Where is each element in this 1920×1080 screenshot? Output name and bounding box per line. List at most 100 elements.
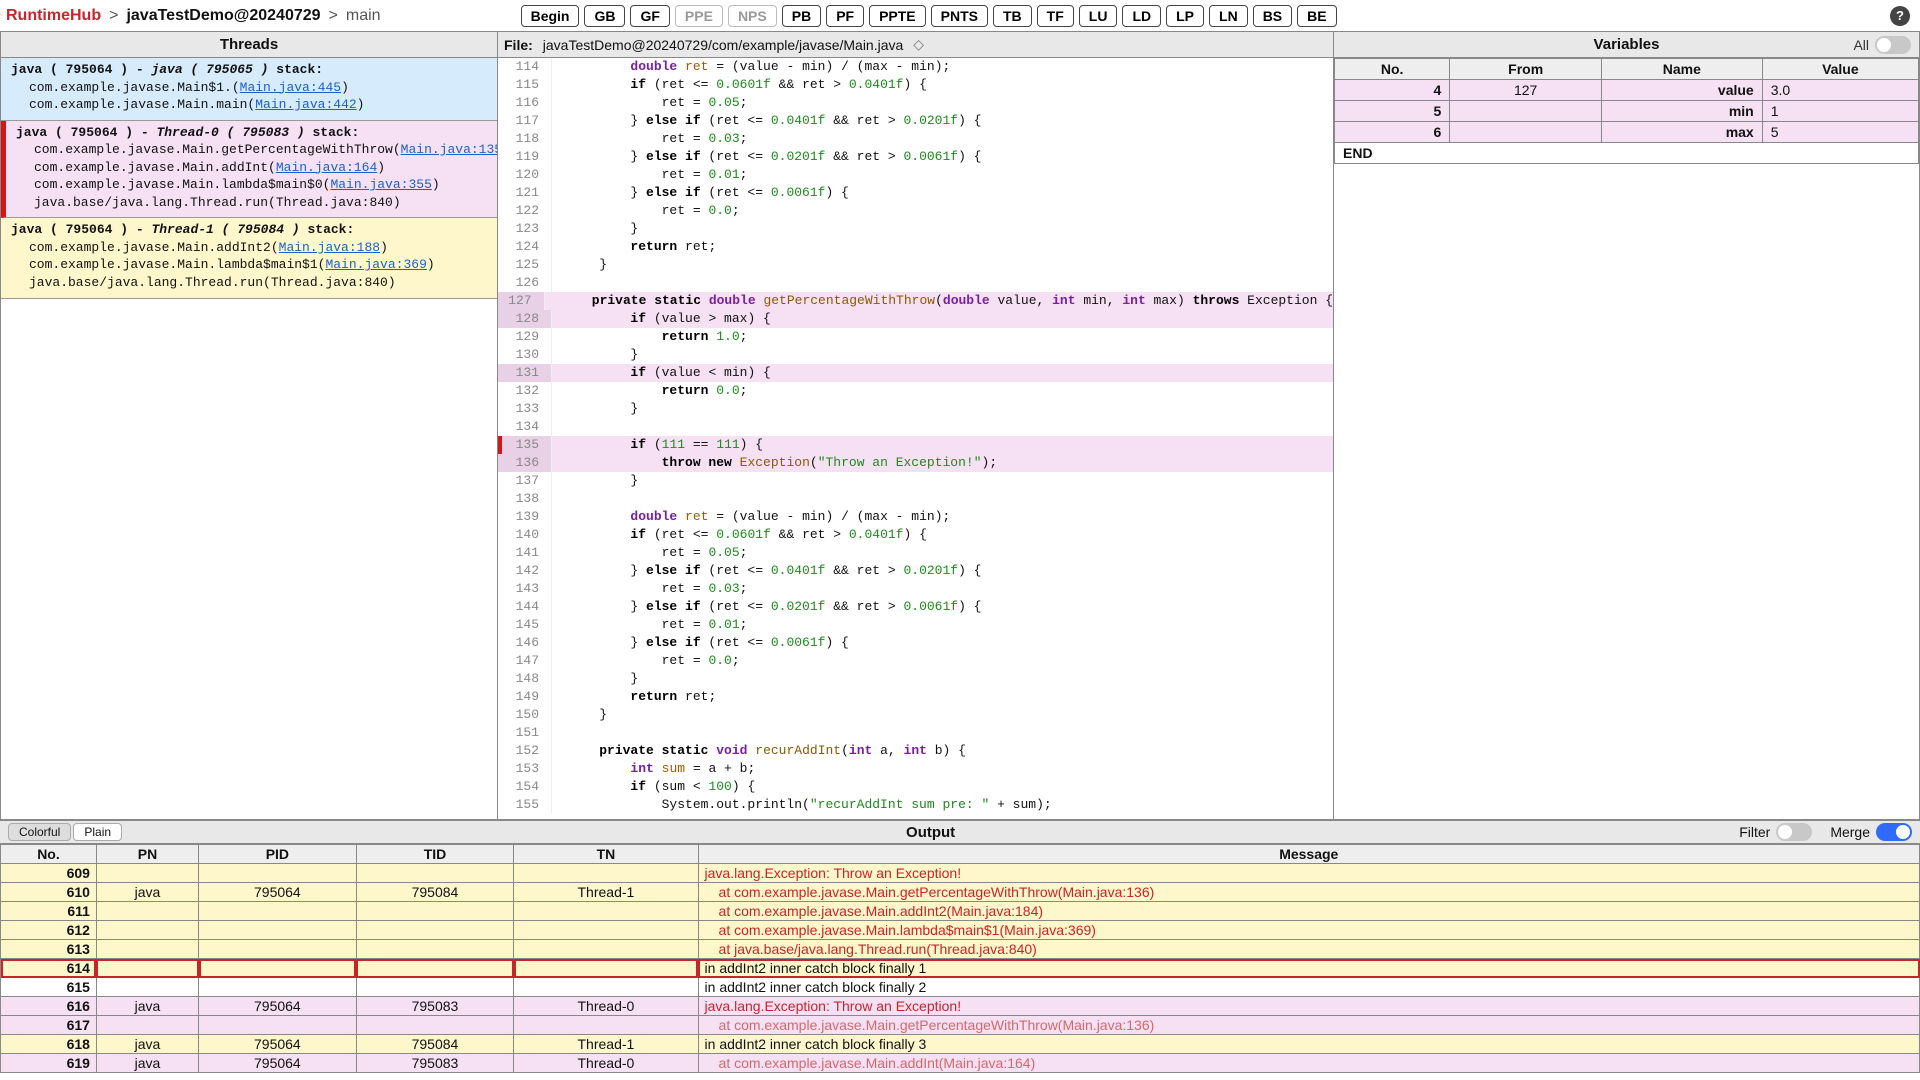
line-number: 147 [498, 652, 552, 670]
output-tab-colorful[interactable]: Colorful [8, 823, 71, 841]
toolbar-btn-gb[interactable]: GB [584, 5, 625, 27]
code-line[interactable]: 115 if (ret <= 0.0601f && ret > 0.0401f)… [498, 76, 1333, 94]
code-text: double ret = (value - min) / (max - min)… [552, 508, 950, 526]
code-line[interactable]: 144 } else if (ret <= 0.0201f && ret > 0… [498, 598, 1333, 616]
code-line[interactable]: 140 if (ret <= 0.0601f && ret > 0.0401f)… [498, 526, 1333, 544]
out-col: No. [1, 845, 97, 864]
code-line[interactable]: 125 } [498, 256, 1333, 274]
code-line[interactable]: 118 ret = 0.03; [498, 130, 1333, 148]
code-line[interactable]: 133 } [498, 400, 1333, 418]
vars-row[interactable]: 6max5 [1335, 122, 1919, 143]
code-line[interactable]: 142 } else if (ret <= 0.0401f && ret > 0… [498, 562, 1333, 580]
source-link[interactable]: Main.java:188 [279, 240, 380, 255]
output-tab-plain[interactable]: Plain [73, 823, 122, 841]
output-row[interactable]: 609java.lang.Exception: Throw an Excepti… [1, 864, 1920, 883]
source-link[interactable]: Main.java:164 [276, 160, 377, 175]
help-icon[interactable]: ? [1890, 6, 1910, 26]
output-row[interactable]: 617at com.example.javase.Main.getPercent… [1, 1016, 1920, 1035]
source-link[interactable]: Main.java:369 [325, 257, 426, 272]
code-line[interactable]: 126 [498, 274, 1333, 292]
toolbar-btn-ppte[interactable]: PPTE [869, 5, 926, 27]
output-row[interactable]: 615in addInt2 inner catch block finally … [1, 978, 1920, 997]
code-line[interactable]: 130 } [498, 346, 1333, 364]
code-line[interactable]: 153 int sum = a + b; [498, 760, 1333, 778]
code-line[interactable]: 120 ret = 0.01; [498, 166, 1333, 184]
source-link[interactable]: Main.java:445 [240, 80, 341, 95]
output-row[interactable]: 612at com.example.javase.Main.lambda$mai… [1, 921, 1920, 940]
code-line[interactable]: 138 [498, 490, 1333, 508]
toolbar-btn-pf[interactable]: PF [826, 5, 864, 27]
tag-icon[interactable]: ◇ [913, 36, 924, 53]
code-line[interactable]: 155 System.out.println("recurAddInt sum … [498, 796, 1333, 814]
code-line[interactable]: 139 double ret = (value - min) / (max - … [498, 508, 1333, 526]
toolbar-btn-pnts[interactable]: PNTS [931, 5, 988, 27]
code-line[interactable]: 146 } else if (ret <= 0.0061f) { [498, 634, 1333, 652]
toolbar-btn-pb[interactable]: PB [782, 5, 821, 27]
code-line[interactable]: 147 ret = 0.0; [498, 652, 1333, 670]
code-line[interactable]: 148 } [498, 670, 1333, 688]
code-line[interactable]: 117 } else if (ret <= 0.0401f && ret > 0… [498, 112, 1333, 130]
code-line[interactable]: 116 ret = 0.05; [498, 94, 1333, 112]
output-row[interactable]: 610java795064795084Thread-1at com.exampl… [1, 883, 1920, 902]
code-line[interactable]: 127 private static double getPercentageW… [498, 292, 1333, 310]
code-line[interactable]: 154 if (sum < 100) { [498, 778, 1333, 796]
toolbar-btn-ld[interactable]: LD [1122, 5, 1161, 27]
vars-all-toggle[interactable] [1875, 36, 1911, 54]
output-row[interactable]: 614in addInt2 inner catch block finally … [1, 959, 1920, 978]
thread-block[interactable]: java ( 795064 ) - java ( 795065 ) stack:… [1, 58, 497, 121]
code-line[interactable]: 124 return ret; [498, 238, 1333, 256]
app-name[interactable]: RuntimeHub [6, 7, 101, 25]
toolbar-btn-tf[interactable]: TF [1037, 5, 1074, 27]
vars-row[interactable]: 4127value3.0 [1335, 80, 1919, 101]
vars-row[interactable]: 5min1 [1335, 101, 1919, 122]
file-path[interactable]: javaTestDemo@20240729/com/example/javase… [543, 37, 904, 53]
project-link[interactable]: javaTestDemo@20240729 [126, 7, 320, 25]
code-line[interactable]: 151 [498, 724, 1333, 742]
code-line[interactable]: 122 ret = 0.0; [498, 202, 1333, 220]
output-row[interactable]: 616java795064795083Thread-0java.lang.Exc… [1, 997, 1920, 1016]
code-text [552, 418, 568, 436]
toolbar-btn-bs[interactable]: BS [1253, 5, 1292, 27]
code-text: } [552, 472, 638, 490]
toolbar-btn-begin[interactable]: Begin [521, 5, 580, 27]
code-body[interactable]: 114 double ret = (value - min) / (max - … [498, 58, 1333, 819]
thread-block[interactable]: java ( 795064 ) - Thread-0 ( 795083 ) st… [1, 121, 497, 219]
source-link[interactable]: Main.java:135 [401, 142, 497, 157]
output-row[interactable]: 618java795064795084Thread-1in addInt2 in… [1, 1035, 1920, 1054]
output-row[interactable]: 613at java.base/java.lang.Thread.run(Thr… [1, 940, 1920, 959]
code-line[interactable]: 128 if (value > max) { [498, 310, 1333, 328]
filter-toggle[interactable] [1776, 823, 1812, 841]
code-line[interactable]: 121 } else if (ret <= 0.0061f) { [498, 184, 1333, 202]
thread-block[interactable]: java ( 795064 ) - Thread-1 ( 795084 ) st… [1, 218, 497, 298]
code-line[interactable]: 132 return 0.0; [498, 382, 1333, 400]
toolbar-btn-gf[interactable]: GF [630, 5, 669, 27]
toolbar-btn-lu[interactable]: LU [1079, 5, 1118, 27]
code-line[interactable]: 136 throw new Exception("Throw an Except… [498, 454, 1333, 472]
code-line[interactable]: 141 ret = 0.05; [498, 544, 1333, 562]
code-line[interactable]: 145 ret = 0.01; [498, 616, 1333, 634]
code-line[interactable]: 135 if (111 == 111) { [498, 436, 1333, 454]
source-link[interactable]: Main.java:442 [255, 97, 356, 112]
merge-toggle[interactable] [1876, 823, 1912, 841]
code-line[interactable]: 123 } [498, 220, 1333, 238]
code-line[interactable]: 131 if (value < min) { [498, 364, 1333, 382]
toolbar-btn-ln[interactable]: LN [1209, 5, 1248, 27]
output-row[interactable]: 619java795064795083Thread-0at com.exampl… [1, 1054, 1920, 1073]
code-line[interactable]: 129 return 1.0; [498, 328, 1333, 346]
code-line[interactable]: 134 [498, 418, 1333, 436]
toolbar-btn-be[interactable]: BE [1297, 5, 1336, 27]
source-link[interactable]: Main.java:355 [330, 177, 431, 192]
code-line[interactable]: 152 private static void recurAddInt(int … [498, 742, 1333, 760]
line-number: 154 [498, 778, 552, 796]
code-line[interactable]: 149 return ret; [498, 688, 1333, 706]
code-line[interactable]: 137 } [498, 472, 1333, 490]
code-line[interactable]: 119 } else if (ret <= 0.0201f && ret > 0… [498, 148, 1333, 166]
code-line[interactable]: 114 double ret = (value - min) / (max - … [498, 58, 1333, 76]
toolbar-btn-tb[interactable]: TB [993, 5, 1032, 27]
code-text: } else if (ret <= 0.0401f && ret > 0.020… [552, 562, 981, 580]
code-text [552, 490, 568, 508]
toolbar-btn-lp[interactable]: LP [1166, 5, 1204, 27]
output-row[interactable]: 611at com.example.javase.Main.addInt2(Ma… [1, 902, 1920, 921]
code-line[interactable]: 143 ret = 0.03; [498, 580, 1333, 598]
code-line[interactable]: 150 } [498, 706, 1333, 724]
